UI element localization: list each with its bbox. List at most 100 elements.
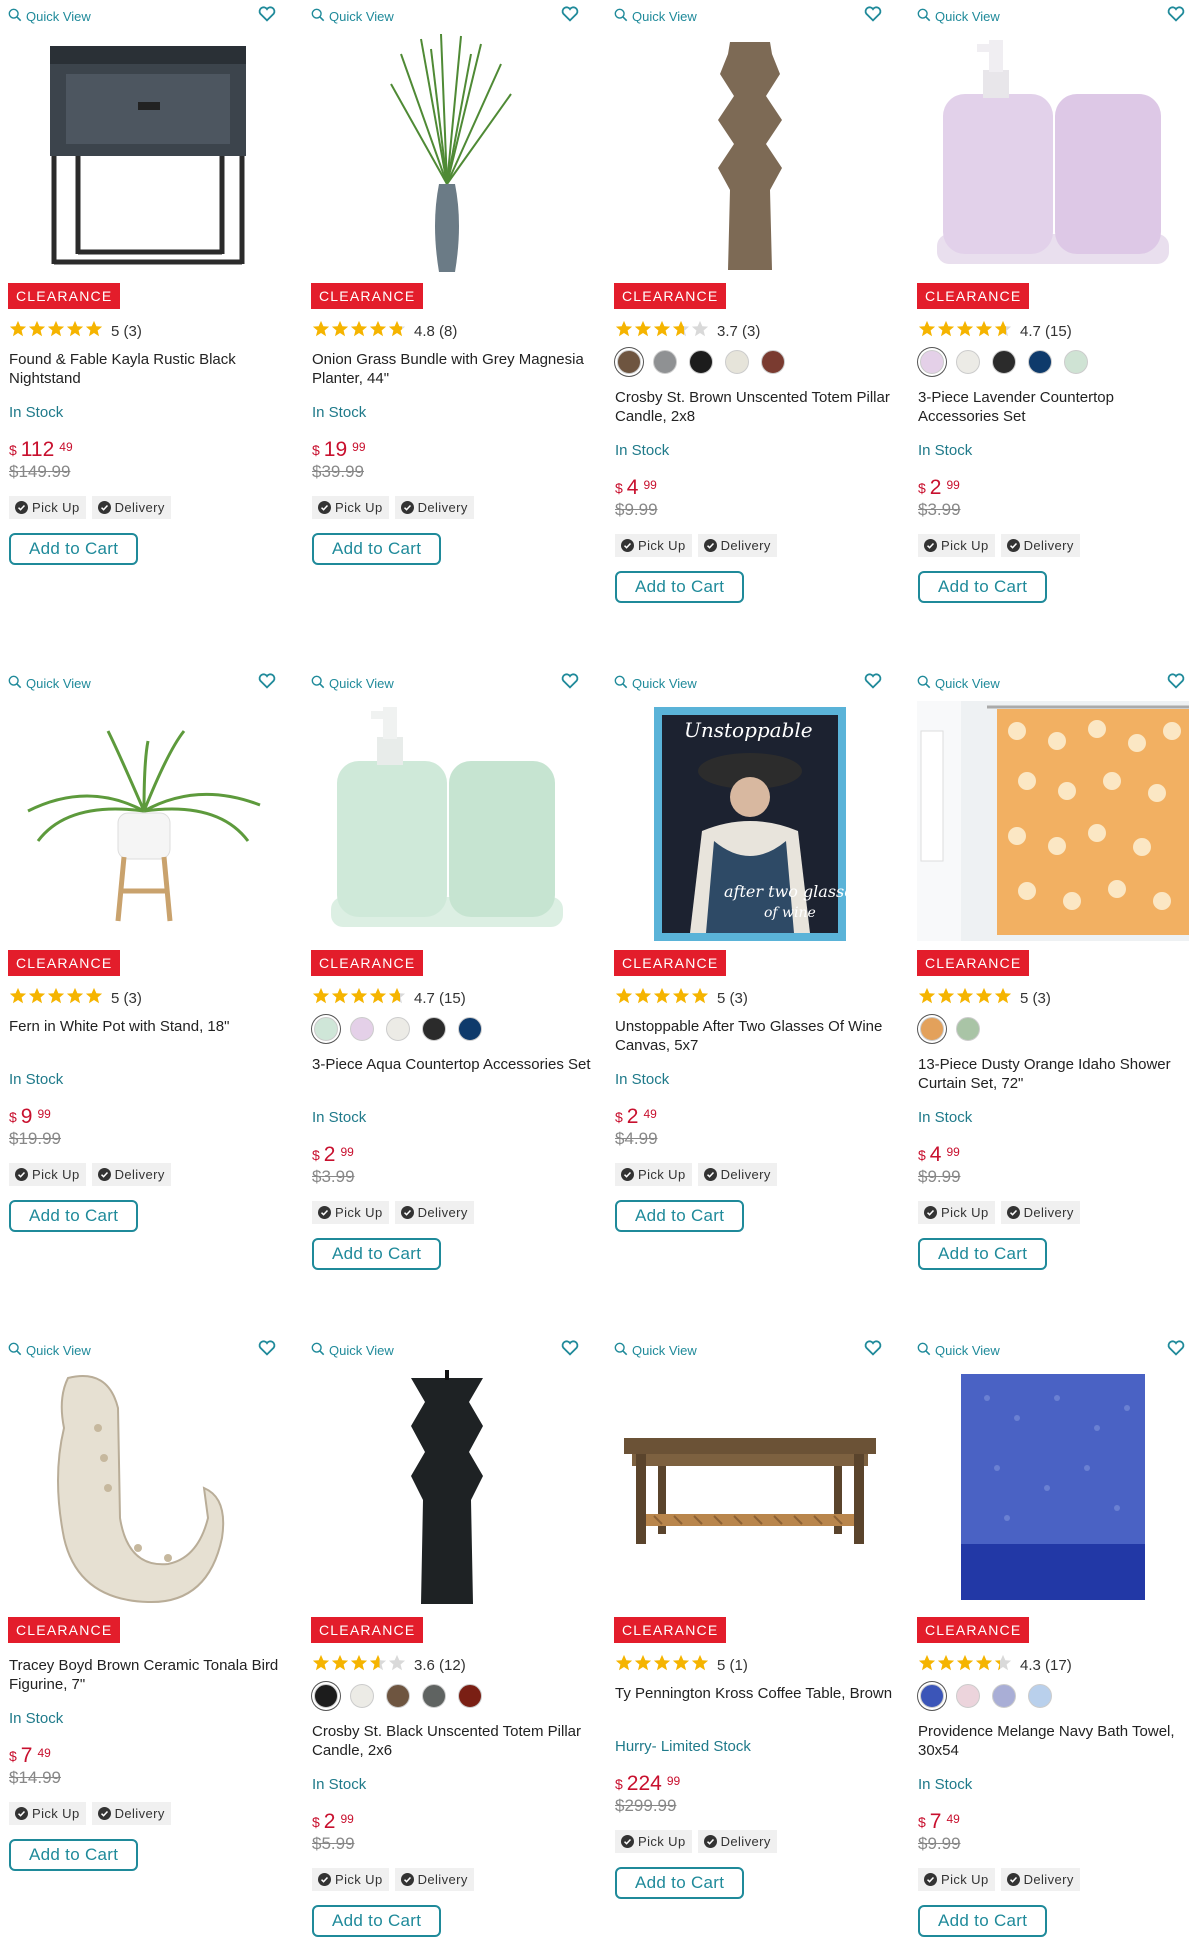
color-swatch[interactable] <box>992 350 1016 374</box>
color-swatch[interactable] <box>314 1684 338 1708</box>
color-swatch[interactable] <box>1028 350 1052 374</box>
color-swatch[interactable] <box>761 350 785 374</box>
delivery-option[interactable]: Delivery <box>394 1868 474 1891</box>
delivery-option[interactable]: Delivery <box>697 1830 777 1853</box>
color-swatch[interactable] <box>956 1684 980 1708</box>
heart-icon[interactable] <box>561 6 579 22</box>
color-swatch[interactable] <box>386 1017 410 1041</box>
delivery-option[interactable]: Delivery <box>1000 534 1080 557</box>
color-swatch[interactable] <box>920 1017 944 1041</box>
product-title[interactable]: Ty Pennington Kross Coffee Table, Brown <box>615 1684 895 1724</box>
product-title[interactable]: Crosby St. Brown Unscented Totem Pillar … <box>615 388 895 428</box>
color-swatch[interactable] <box>314 1017 338 1041</box>
color-swatch[interactable] <box>1028 1684 1052 1708</box>
delivery-option[interactable]: Delivery <box>1000 1201 1080 1224</box>
add-to-cart-button[interactable]: Add to Cart <box>615 1867 745 1899</box>
add-to-cart-button[interactable]: Add to Cart <box>312 533 442 565</box>
add-to-cart-button[interactable]: Add to Cart <box>9 1200 139 1232</box>
heart-icon[interactable] <box>864 673 882 689</box>
product-image[interactable] <box>614 34 886 274</box>
product-image[interactable] <box>8 701 280 941</box>
pickup-option[interactable]: Pick Up <box>9 1163 86 1186</box>
color-swatch[interactable] <box>956 1017 980 1041</box>
quick-view-link[interactable]: Quick View <box>614 675 697 692</box>
color-swatch[interactable] <box>956 350 980 374</box>
pickup-option[interactable]: Pick Up <box>9 1802 86 1825</box>
heart-icon[interactable] <box>1167 673 1185 689</box>
heart-icon[interactable] <box>1167 1340 1185 1356</box>
color-swatch[interactable] <box>1064 350 1088 374</box>
product-image[interactable] <box>917 1368 1189 1608</box>
product-title[interactable]: Providence Melange Navy Bath Towel, 30x5… <box>918 1722 1198 1762</box>
add-to-cart-button[interactable]: Add to Cart <box>9 533 139 565</box>
product-title[interactable]: 13-Piece Dusty Orange Idaho Shower Curta… <box>918 1055 1198 1095</box>
pickup-option[interactable]: Pick Up <box>312 1868 389 1891</box>
add-to-cart-button[interactable]: Add to Cart <box>312 1238 442 1270</box>
add-to-cart-button[interactable]: Add to Cart <box>615 1200 745 1232</box>
color-swatch[interactable] <box>992 1684 1016 1708</box>
heart-icon[interactable] <box>1167 6 1185 22</box>
product-title[interactable]: Onion Grass Bundle with Grey Magnesia Pl… <box>312 350 592 390</box>
color-swatch[interactable] <box>350 1017 374 1041</box>
product-title[interactable]: Found & Fable Kayla Rustic Black Nightst… <box>9 350 289 390</box>
quick-view-link[interactable]: Quick View <box>917 675 1000 692</box>
add-to-cart-button[interactable]: Add to Cart <box>312 1905 442 1937</box>
pickup-option[interactable]: Pick Up <box>312 1201 389 1224</box>
add-to-cart-button[interactable]: Add to Cart <box>918 1905 1048 1937</box>
product-image[interactable] <box>311 1368 583 1608</box>
product-image[interactable] <box>311 701 583 941</box>
color-swatch[interactable] <box>386 1684 410 1708</box>
heart-icon[interactable] <box>561 673 579 689</box>
add-to-cart-button[interactable]: Add to Cart <box>615 571 745 603</box>
product-image[interactable] <box>8 34 280 274</box>
product-image[interactable] <box>614 1368 886 1608</box>
color-swatch[interactable] <box>689 350 713 374</box>
quick-view-link[interactable]: Quick View <box>614 1342 697 1359</box>
color-swatch[interactable] <box>920 1684 944 1708</box>
pickup-option[interactable]: Pick Up <box>615 534 692 557</box>
color-swatch[interactable] <box>617 350 641 374</box>
delivery-option[interactable]: Delivery <box>1000 1868 1080 1891</box>
color-swatch[interactable] <box>422 1017 446 1041</box>
pickup-option[interactable]: Pick Up <box>918 534 995 557</box>
delivery-option[interactable]: Delivery <box>91 496 171 519</box>
color-swatch[interactable] <box>422 1684 446 1708</box>
color-swatch[interactable] <box>350 1684 374 1708</box>
pickup-option[interactable]: Pick Up <box>615 1830 692 1853</box>
quick-view-link[interactable]: Quick View <box>311 675 394 692</box>
product-image[interactable] <box>917 34 1189 274</box>
heart-icon[interactable] <box>864 6 882 22</box>
quick-view-link[interactable]: Quick View <box>311 8 394 25</box>
color-swatch[interactable] <box>653 350 677 374</box>
quick-view-link[interactable]: Quick View <box>917 1342 1000 1359</box>
product-image[interactable] <box>917 701 1189 941</box>
product-image[interactable] <box>8 1368 280 1608</box>
product-image[interactable] <box>311 34 583 274</box>
quick-view-link[interactable]: Quick View <box>917 8 1000 25</box>
color-swatch[interactable] <box>458 1017 482 1041</box>
color-swatch[interactable] <box>458 1684 482 1708</box>
product-title[interactable]: 3-Piece Lavender Countertop Accessories … <box>918 388 1198 428</box>
heart-icon[interactable] <box>258 1340 276 1356</box>
add-to-cart-button[interactable]: Add to Cart <box>918 1238 1048 1270</box>
pickup-option[interactable]: Pick Up <box>918 1868 995 1891</box>
quick-view-link[interactable]: Quick View <box>311 1342 394 1359</box>
pickup-option[interactable]: Pick Up <box>9 496 86 519</box>
delivery-option[interactable]: Delivery <box>697 1163 777 1186</box>
color-swatch[interactable] <box>920 350 944 374</box>
add-to-cart-button[interactable]: Add to Cart <box>918 571 1048 603</box>
quick-view-link[interactable]: Quick View <box>8 1342 91 1359</box>
product-title[interactable]: Unstoppable After Two Glasses Of Wine Ca… <box>615 1017 895 1057</box>
delivery-option[interactable]: Delivery <box>394 1201 474 1224</box>
delivery-option[interactable]: Delivery <box>91 1802 171 1825</box>
product-title[interactable]: Tracey Boyd Brown Ceramic Tonala Bird Fi… <box>9 1656 289 1696</box>
heart-icon[interactable] <box>561 1340 579 1356</box>
delivery-option[interactable]: Delivery <box>394 496 474 519</box>
delivery-option[interactable]: Delivery <box>91 1163 171 1186</box>
product-title[interactable]: 3-Piece Aqua Countertop Accessories Set <box>312 1055 592 1095</box>
add-to-cart-button[interactable]: Add to Cart <box>9 1839 139 1871</box>
quick-view-link[interactable]: Quick View <box>8 8 91 25</box>
color-swatch[interactable] <box>725 350 749 374</box>
heart-icon[interactable] <box>258 673 276 689</box>
pickup-option[interactable]: Pick Up <box>918 1201 995 1224</box>
